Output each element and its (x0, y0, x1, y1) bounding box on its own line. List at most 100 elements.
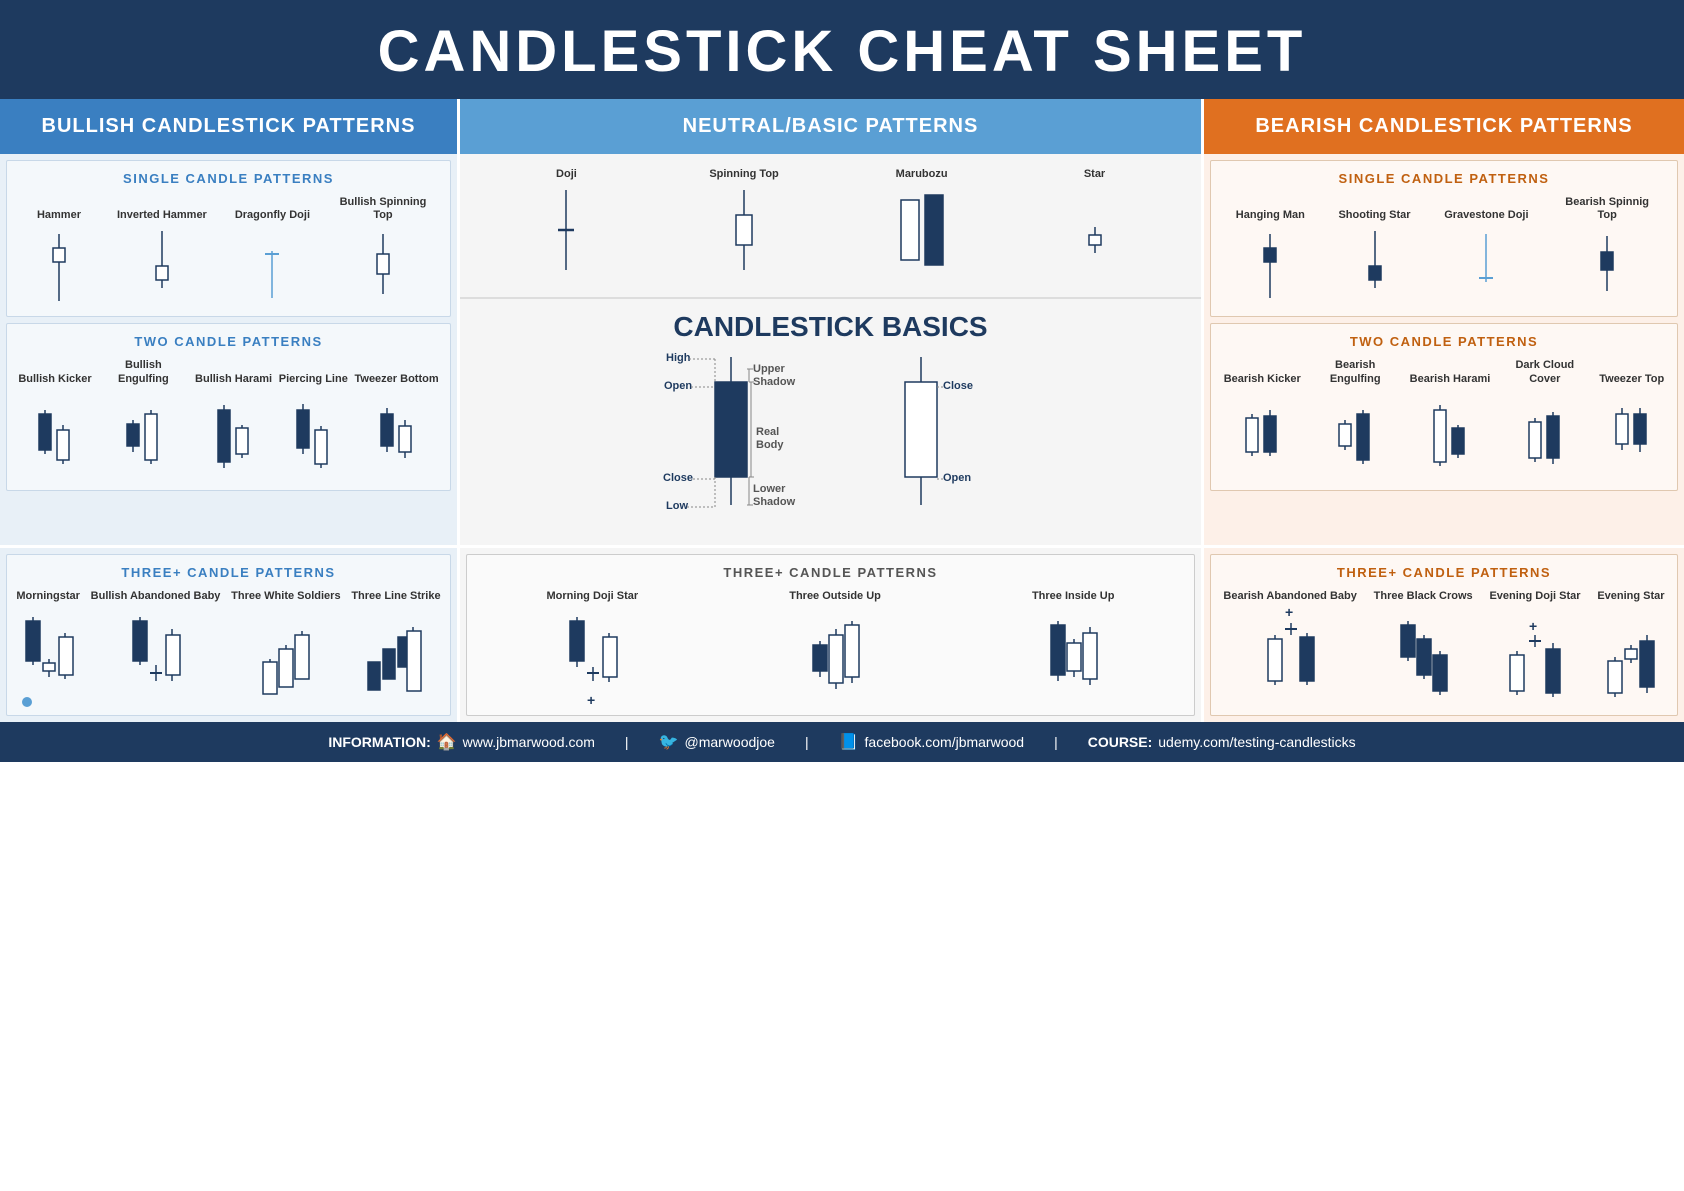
tweezer-bottom-candle (377, 390, 417, 480)
pattern-bearish-abandoned-baby: Bearish Abandoned Baby + (1223, 590, 1356, 707)
col-bullish: BULLISH CANDLESTICK PATTERNS SINGLE CAND… (0, 99, 460, 545)
svg-text:Shadow: Shadow (753, 376, 796, 388)
pattern-spinning-top: Spinning Top (709, 168, 778, 285)
bullish-single-patterns: Hammer Inverted Hammer (7, 190, 450, 316)
col-bearish: BEARISH CANDLESTICK PATTERNS SINGLE CAND… (1204, 99, 1684, 545)
morningstar-candle (21, 607, 76, 707)
bearish-single-section: SINGLE CANDLE PATTERNS Hanging Man Shoo (1210, 160, 1678, 317)
dark-cloud-cover-candle (1525, 390, 1565, 480)
pattern-marubozu: Marubozu (892, 168, 952, 285)
svg-text:Close: Close (663, 472, 693, 484)
footer-website: www.jbmarwood.com (463, 734, 595, 750)
pattern-three-inside-up: Three Inside Up (1032, 590, 1115, 707)
three-inside-up-candle (1046, 607, 1101, 707)
pattern-three-outside-up: Three Outside Up (789, 590, 881, 707)
neutral-patterns-row: Doji Spinning Top (470, 160, 1191, 291)
pattern-doji: Doji (536, 168, 596, 285)
footer-course: COURSE: udemy.com/testing-candlesticks (1088, 734, 1356, 750)
facebook-icon: 📘 (839, 732, 859, 752)
spinning-top-candle (726, 185, 762, 285)
basics-diagram: High Open Close Low Upper Shadow (470, 347, 1191, 537)
pattern-bullish-engulfing-label: Bullish Engulfing (98, 359, 188, 385)
bearish-single-title: SINGLE CANDLE PATTERNS (1211, 161, 1677, 190)
bullish-kicker-candle (35, 390, 75, 480)
pattern-evening-doji-star: Evening Doji Star + (1489, 590, 1580, 707)
svg-text:Body: Body (756, 439, 784, 451)
bearish-header: BEARISH CANDLESTICK PATTERNS (1204, 99, 1684, 154)
pattern-bullish-abandoned-baby: Bullish Abandoned Baby (91, 590, 221, 707)
pattern-bullish-spinning-top: Bullish Spinning Top (338, 196, 428, 306)
bullish-two-patterns: Bullish Kicker Bullish Engulfing (7, 353, 450, 489)
shooting-star-candle (1361, 226, 1389, 306)
pattern-bearish-spinning-top: Bearish Spinnig Top (1562, 196, 1652, 306)
svg-text:Open: Open (664, 380, 692, 392)
pattern-dragonfly-doji-label: Dragonfly Doji (235, 209, 310, 222)
dragonfly-doji-candle (254, 226, 290, 306)
bullish-three-patterns: Morningstar (7, 584, 450, 715)
pattern-inverted-hammer-label: Inverted Hammer (117, 209, 207, 222)
bearish-three-section: THREE+ CANDLE PATTERNS Bearish Abandoned… (1210, 554, 1678, 716)
pattern-hammer-label: Hammer (37, 209, 81, 222)
pattern-piercing-line: Piercing Line (279, 373, 348, 480)
bearish-three-patterns: Bearish Abandoned Baby + (1211, 584, 1677, 715)
svg-text:Close: Close (943, 380, 973, 392)
footer: INFORMATION: 🏠 www.jbmarwood.com | 🐦 @ma… (0, 722, 1684, 762)
bottom-neutral: THREE+ CANDLE PATTERNS Morning Doji Star (460, 548, 1204, 722)
footer-divider-2: | (805, 734, 809, 750)
footer-twitter: 🐦 @marwoodjoe (659, 732, 775, 752)
pattern-hammer: Hammer (29, 209, 89, 306)
bullish-three-section: THREE+ CANDLE PATTERNS Morningstar (6, 554, 451, 716)
pattern-tweezer-top-label: Tweezer Top (1599, 373, 1664, 386)
footer-course-url: udemy.com/testing-candlesticks (1158, 734, 1355, 750)
pattern-bearish-spinning-top-label: Bearish Spinnig Top (1562, 196, 1652, 222)
piercing-line-candle (293, 390, 333, 480)
pattern-bearish-abandoned-baby-label: Bearish Abandoned Baby (1223, 590, 1356, 603)
bearish-harami-candle (1430, 390, 1470, 480)
pattern-gravestone-doji: Gravestone Doji (1444, 209, 1528, 306)
pattern-bullish-abandoned-baby-label: Bullish Abandoned Baby (91, 590, 221, 603)
columns-wrapper: BULLISH CANDLESTICK PATTERNS SINGLE CAND… (0, 99, 1684, 545)
pattern-bullish-spinning-top-label: Bullish Spinning Top (338, 196, 428, 222)
bullish-two-section: TWO CANDLE PATTERNS Bullish Kicker (6, 323, 451, 490)
basics-section: CANDLESTICK BASICS High Open (460, 297, 1201, 545)
neutral-three-title: THREE+ CANDLE PATTERNS (467, 555, 1194, 584)
three-line-strike-candle (366, 607, 426, 707)
tweezer-top-candle (1612, 390, 1652, 480)
bearish-three-title: THREE+ CANDLE PATTERNS (1211, 555, 1677, 584)
pattern-morningstar: Morningstar (16, 590, 80, 707)
pattern-three-white-soldiers: Three White Soldiers (231, 590, 340, 707)
pattern-three-outside-up-label: Three Outside Up (789, 590, 881, 603)
pattern-evening-star-label: Evening Star (1597, 590, 1664, 603)
pattern-three-black-crows-label: Three Black Crows (1374, 590, 1473, 603)
hammer-candle (45, 226, 73, 306)
bullish-harami-candle (214, 390, 254, 480)
marubozu-candle (897, 185, 947, 285)
pattern-tweezer-bottom-label: Tweezer Bottom (354, 373, 438, 386)
basics-bearish-diagram: Close Open (881, 347, 1001, 527)
bottom-neutral-bearish: THREE+ CANDLE PATTERNS Morning Doji Star (460, 548, 1684, 722)
home-icon: 🏠 (437, 732, 457, 752)
bullish-three-title: THREE+ CANDLE PATTERNS (7, 555, 450, 584)
twitter-icon: 🐦 (659, 732, 679, 752)
svg-text:+: + (1285, 607, 1293, 620)
bullish-header: BULLISH CANDLESTICK PATTERNS (0, 99, 457, 154)
pattern-doji-label: Doji (556, 168, 577, 181)
col-neutral: NEUTRAL/BASIC PATTERNS Doji (460, 99, 1204, 545)
svg-text:Upper: Upper (753, 363, 786, 375)
pattern-evening-star: Evening Star (1597, 590, 1664, 707)
basics-title: CANDLESTICK BASICS (470, 303, 1191, 347)
pattern-bullish-harami: Bullish Harami (195, 373, 272, 480)
svg-text:High: High (666, 352, 691, 364)
pattern-shooting-star-label: Shooting Star (1338, 209, 1410, 222)
svg-text:Shadow: Shadow (753, 496, 796, 508)
three-outside-up-candle (808, 607, 863, 707)
footer-divider-1: | (625, 734, 629, 750)
pattern-bearish-kicker: Bearish Kicker (1224, 373, 1301, 480)
pattern-shooting-star: Shooting Star (1338, 209, 1410, 306)
neutral-header: NEUTRAL/BASIC PATTERNS (460, 99, 1201, 154)
pattern-morningstar-label: Morningstar (16, 590, 80, 603)
pattern-star-label: Star (1084, 168, 1105, 181)
pattern-inverted-hammer: Inverted Hammer (117, 209, 207, 306)
pattern-three-white-soldiers-label: Three White Soldiers (231, 590, 340, 603)
pattern-bullish-engulfing: Bullish Engulfing (98, 359, 188, 479)
